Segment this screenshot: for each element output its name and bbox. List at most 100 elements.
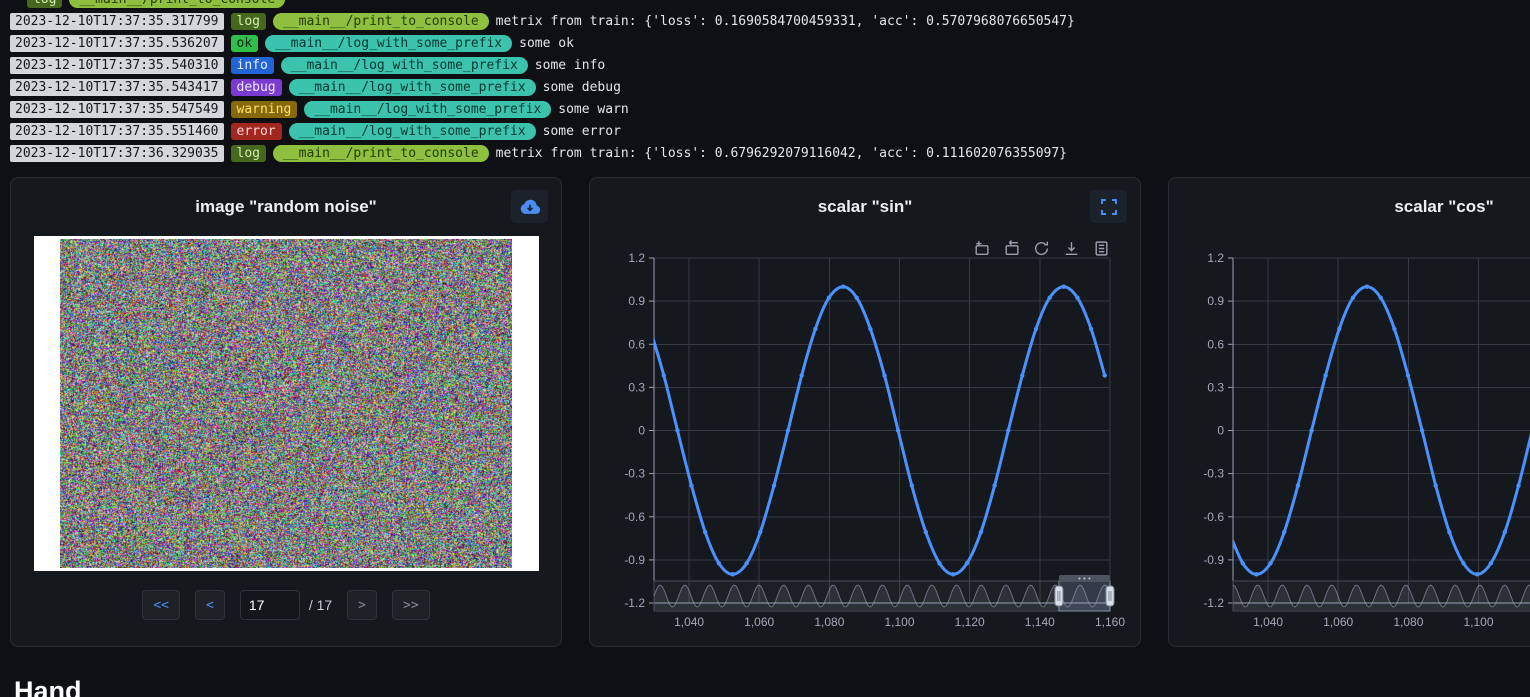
page-number-input[interactable] [240,590,300,620]
log-level-badge: log [231,13,266,30]
svg-text:0: 0 [1217,424,1224,438]
data-view-icon[interactable] [1093,240,1110,257]
sin-card-title: scalar "sin" [818,197,913,217]
svg-text:-0.3: -0.3 [1203,467,1224,481]
download-image-button[interactable] [511,190,548,223]
log-level-badge: debug [231,79,282,96]
cos-chart-card: scalar "cos" 1.2 0.9 0.6 0.3 0 -0.3 -0.6 -0.9 -1… [1168,177,1530,647]
log-timestamp: 2023-12-10T17:37:35.551460 [10,123,224,140]
svg-text:1,080: 1,080 [1393,615,1423,629]
sin-chart-canvas[interactable]: 1.2 0.9 0.6 0.3 0 -0.3 -0.6 -0.9 -1.2 1,040 1,060 1… [600,242,1120,634]
first-page-button[interactable]: << [142,590,180,620]
fullscreen-icon [1100,198,1118,216]
log-module-pill: __main__/print_to_console [273,145,489,162]
log-timestamp: 2023-12-10T17:37:35.317799 [10,13,224,30]
svg-text:1,140: 1,140 [1025,615,1055,629]
prev-page-button[interactable]: < [195,590,225,620]
log-level-badge: ok [231,35,259,52]
log-message: some debug [543,80,621,95]
log-row-clipped: log __main__/print_to_console [10,0,1530,8]
log-console: log __main__/print_to_console 2023-12-10… [0,0,1530,162]
svg-text:1,040: 1,040 [674,615,704,629]
svg-text:-0.6: -0.6 [624,510,645,524]
section-heading: Hand [14,676,82,697]
svg-text:1,120: 1,120 [955,615,985,629]
log-module-pill: __main__/log_with_some_prefix [289,123,536,140]
svg-text:1.2: 1.2 [1207,251,1224,265]
log-module-pill: __main__/print_to_console [69,0,285,8]
log-level-badge: log [231,145,266,162]
log-module-pill: __main__/log_with_some_prefix [281,57,528,74]
svg-text:0.3: 0.3 [628,380,645,394]
log-row: 2023-12-10T17:37:35.551460 error __main_… [10,123,1530,140]
image-card: image "random noise" << < / 17 > >> [10,177,562,647]
svg-text:1,100: 1,100 [884,615,914,629]
sin-chart-card: scalar "sin" 1.2 0.9 0.6 0.3 0 -0.3 -0.6 -0.9 -1… [589,177,1141,647]
log-row: 2023-12-10T17:37:35.543417 debug __main_… [10,79,1530,96]
log-message: some info [535,58,605,73]
last-page-button[interactable]: >> [392,590,430,620]
log-timestamp: 2023-12-10T17:37:35.540310 [10,57,224,74]
image-pager: << < / 17 > >> [11,590,561,620]
log-module-pill: __main__/print_to_console [273,13,489,30]
image-card-title: image "random noise" [195,197,376,217]
log-timestamp: 2023-12-10T17:37:35.536207 [10,35,224,52]
log-timestamp: 2023-12-10T17:37:36.329035 [10,145,224,162]
log-module-pill: __main__/log_with_some_prefix [304,101,551,118]
log-row: 2023-12-10T17:37:36.329035 log __main__/… [10,145,1530,162]
svg-text:0.6: 0.6 [628,337,645,351]
log-module-pill: __main__/log_with_some_prefix [265,35,512,52]
log-message: some ok [519,36,574,51]
log-row: 2023-12-10T17:37:35.317799 log __main__/… [10,13,1530,30]
svg-text:1,080: 1,080 [814,615,844,629]
svg-text:-1.2: -1.2 [1203,596,1224,610]
svg-text:1,040: 1,040 [1253,615,1283,629]
log-module-pill: __main__/log_with_some_prefix [289,79,536,96]
cos-chart-canvas[interactable]: 1.2 0.9 0.6 0.3 0 -0.3 -0.6 -0.9 -1.2 1,040 1,060 1… [1179,242,1530,634]
svg-text:-0.6: -0.6 [1203,510,1224,524]
svg-text:1.2: 1.2 [628,251,645,265]
log-row: 2023-12-10T17:37:35.540310 info __main__… [10,57,1530,74]
svg-text:0.6: 0.6 [1207,337,1224,351]
log-timestamp: 2023-12-10T17:37:35.547549 [10,101,224,118]
save-image-icon[interactable] [1063,240,1080,257]
page-total-label: / 17 [309,597,332,613]
log-timestamp: 2023-12-10T17:37:35.543417 [10,79,224,96]
cos-card-header: scalar "cos" [1169,178,1530,236]
log-row: 2023-12-10T17:37:35.536207 ok __main__/l… [10,35,1530,52]
log-message: metrix from train: {'loss': 0.6796292079… [496,146,1067,161]
fullscreen-button[interactable] [1090,190,1127,223]
chart-toolbox [973,240,1110,257]
image-frame [34,236,539,571]
svg-text:0.9: 0.9 [1207,294,1224,308]
svg-text:-1.2: -1.2 [624,596,645,610]
log-level-badge: info [231,57,274,74]
log-message: metrix from train: {'loss': 0.1690584700… [496,14,1075,29]
log-level-badge: log [27,0,62,8]
data-zoom-icon[interactable] [973,240,990,257]
svg-text:1,060: 1,060 [744,615,774,629]
svg-text:1,100: 1,100 [1463,615,1493,629]
next-page-button[interactable]: > [347,590,377,620]
log-row: 2023-12-10T17:37:35.547549 warning __mai… [10,101,1530,118]
sin-card-header: scalar "sin" [590,178,1140,236]
restore-icon[interactable] [1033,240,1050,257]
cos-card-title: scalar "cos" [1394,197,1493,217]
svg-text:1,060: 1,060 [1323,615,1353,629]
svg-text:-0.3: -0.3 [624,467,645,481]
zoom-reset-icon[interactable] [1003,240,1020,257]
image-card-header: image "random noise" [11,178,561,236]
log-level-badge: warning [231,101,298,118]
log-message: some warn [558,102,628,117]
log-message: some error [543,124,621,139]
svg-text:1,160: 1,160 [1095,615,1125,629]
cloud-download-icon [519,198,541,215]
svg-text:-0.9: -0.9 [1203,553,1224,567]
svg-text:-0.9: -0.9 [624,553,645,567]
svg-text:0: 0 [638,424,645,438]
log-level-badge: error [231,123,282,140]
svg-text:0.3: 0.3 [1207,380,1224,394]
random-noise-image [60,239,512,568]
cards-row: image "random noise" << < / 17 > >> scal… [0,167,1530,647]
svg-text:0.9: 0.9 [628,294,645,308]
